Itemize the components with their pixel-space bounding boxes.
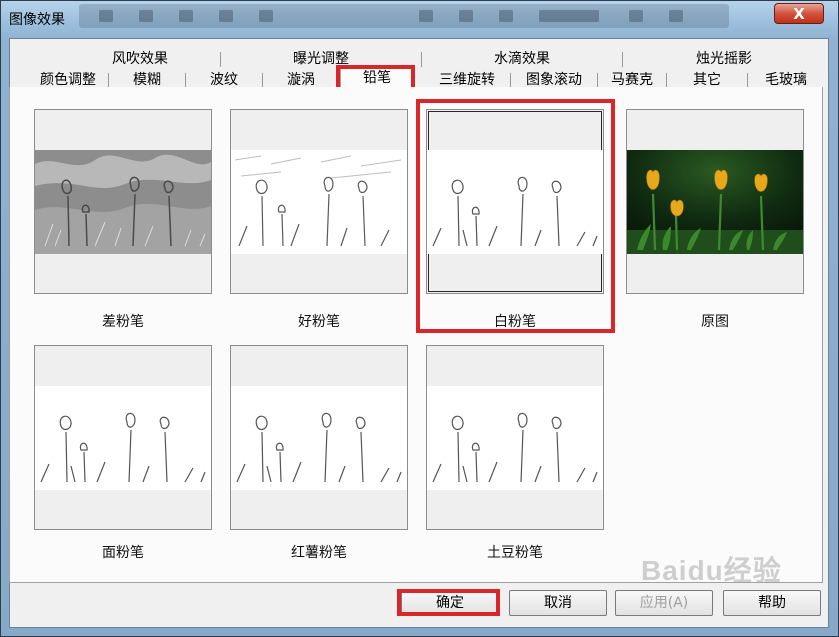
- tab-separator: [421, 52, 422, 67]
- effect-label-good-chalk: 好粉笔: [298, 314, 340, 330]
- watermark-text: Baidu经验: [641, 555, 782, 586]
- ok-highlight-box: [397, 589, 500, 616]
- effect-thumb-flour-chalk[interactable]: [34, 345, 212, 530]
- effect-thumb-original[interactable]: [626, 109, 804, 294]
- effect-highlight-box: [416, 99, 615, 333]
- toolbar-icon: [139, 10, 153, 22]
- toolbar-field: [539, 10, 599, 22]
- tab-candlelight[interactable]: 烛光摇影: [624, 50, 824, 69]
- effect-thumb-good-chalk[interactable]: [230, 109, 408, 294]
- effect-label-sweet-potato-chalk: 红薯粉笔: [291, 545, 347, 561]
- effect-thumb-poor-chalk[interactable]: [34, 109, 212, 294]
- toolbar-icon: [669, 10, 683, 22]
- close-icon: X: [793, 5, 805, 23]
- toolbar-icon: [179, 10, 193, 22]
- image-effects-dialog: 图像效果 X 风吹效果 曝光调整 水滴效果 烛光摇影 颜色调整 模糊 波纹 漩涡…: [0, 0, 839, 637]
- background-toolbar: [79, 4, 729, 28]
- effect-thumb-potato-chalk[interactable]: [426, 345, 604, 530]
- tab-water-drop[interactable]: 水滴效果: [423, 50, 621, 69]
- apply-button[interactable]: 应用(A): [615, 590, 713, 616]
- toolbar-icon: [459, 10, 473, 22]
- effect-thumb-sweet-potato-chalk[interactable]: [230, 345, 408, 530]
- cancel-button[interactable]: 取消: [509, 590, 607, 616]
- outline-preview: [427, 386, 603, 490]
- toolbar-icon: [499, 10, 513, 22]
- toolbar-icon: [99, 10, 113, 22]
- effect-label-potato-chalk: 土豆粉笔: [487, 545, 543, 561]
- effect-label-original: 原图: [701, 314, 729, 330]
- window-title: 图像效果: [9, 12, 65, 28]
- tab-wind-effect[interactable]: 风吹效果: [62, 50, 218, 69]
- title-bar: 图像效果 X: [1, 1, 838, 37]
- toolbar-icon: [259, 10, 273, 22]
- light-chalk-preview: [231, 150, 407, 254]
- toolbar-icon: [629, 10, 643, 22]
- help-button[interactable]: 帮助: [723, 590, 821, 616]
- outline-preview: [35, 386, 211, 490]
- toolbar-icon: [219, 10, 233, 22]
- emboss-preview: [35, 150, 211, 254]
- close-button[interactable]: X: [774, 3, 824, 24]
- original-preview: [627, 150, 803, 254]
- outline-preview: [231, 386, 407, 490]
- tab-separator: [622, 52, 623, 67]
- effect-label-poor-chalk: 差粉笔: [102, 314, 144, 330]
- tab-separator: [220, 52, 221, 67]
- effect-label-flour-chalk: 面粉笔: [102, 545, 144, 561]
- toolbar-icon: [419, 10, 433, 22]
